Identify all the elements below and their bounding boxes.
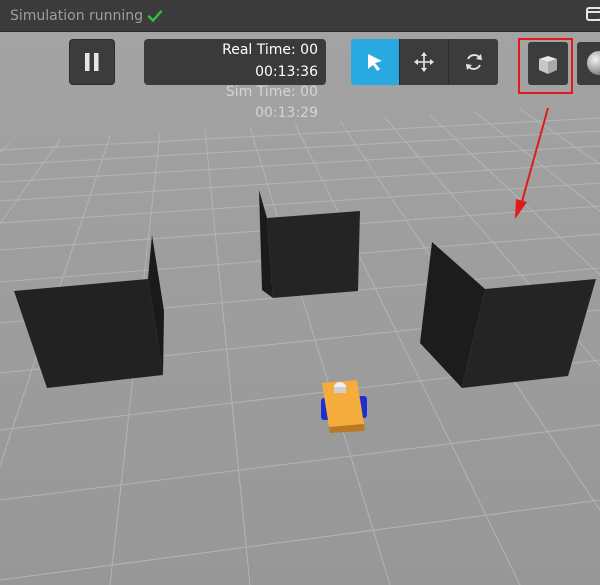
- sim-time-label: Sim Time: 00: [225, 84, 318, 100]
- sim-time-value: 00:13:29: [255, 105, 318, 121]
- window-icon[interactable]: [586, 7, 600, 21]
- sphere-icon: [587, 51, 600, 75]
- real-time-label: Real Time: 00: [222, 42, 318, 58]
- select-mode-button[interactable]: [351, 39, 400, 85]
- highlight-annotation-box: [518, 38, 573, 94]
- real-time-value: 00:13:36: [255, 64, 318, 80]
- obstacle-box-center[interactable]: [267, 211, 360, 298]
- transform-toolbar: [351, 39, 500, 85]
- arrow-cursor-icon: [368, 54, 382, 71]
- check-icon: [147, 9, 163, 22]
- rotate-mode-button[interactable]: [449, 39, 498, 85]
- pause-icon: [85, 53, 99, 71]
- time-readout-panel: Real Time: 00 00:13:36 Sim Time: 00 00:1…: [144, 39, 326, 121]
- sphere-shape-button[interactable]: [577, 42, 600, 85]
- move-arrows-icon: [414, 52, 434, 72]
- pause-button[interactable]: [69, 39, 115, 85]
- simulation-status-text: Simulation running: [10, 7, 144, 24]
- translate-mode-button[interactable]: [400, 39, 449, 85]
- rotate-icon: [465, 54, 482, 70]
- top-status-bar: Simulation running: [0, 0, 600, 32]
